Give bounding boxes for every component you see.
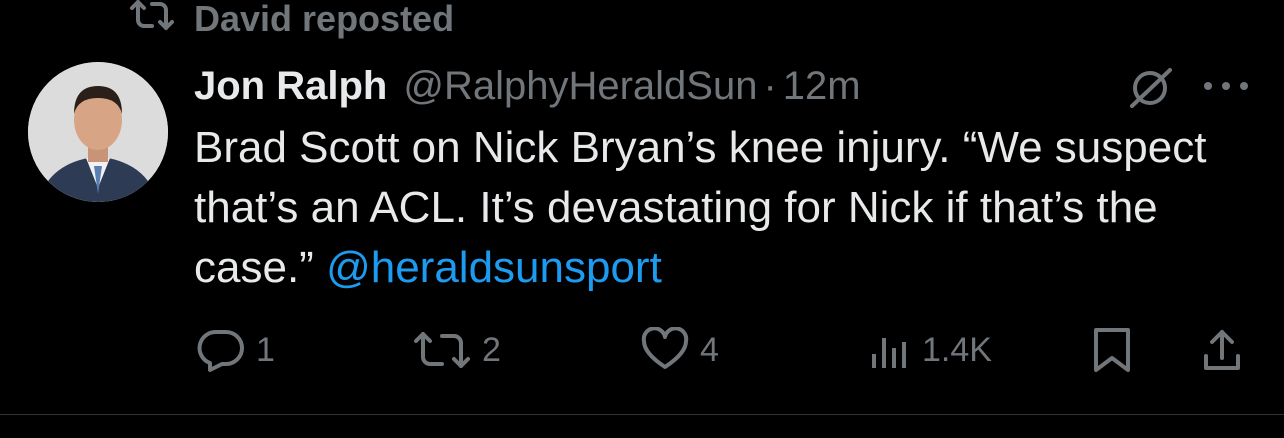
like-icon [640,327,690,373]
tweet-header: Jon Ralph @RalphyHeraldSun · 12m [194,60,861,112]
repost-banner-text: David reposted [194,0,455,39]
repost-banner[interactable]: David reposted [128,0,455,41]
reply-button[interactable]: 1 [196,318,275,382]
divider [0,414,1284,415]
views-count: 1.4K [922,330,992,369]
mention-link[interactable]: @heraldsunsport [326,243,662,292]
author-name[interactable]: Jon Ralph [194,64,387,109]
views-icon [868,328,912,372]
share-icon [1200,326,1244,374]
reply-count: 1 [256,330,275,369]
more-icon[interactable] [1200,72,1252,100]
author-handle[interactable]: @RalphyHeraldSun [403,64,757,109]
avatar[interactable] [28,62,168,202]
reply-icon [196,326,246,374]
action-bar: 1 2 4 1.4K [0,318,1284,382]
bookmark-button[interactable] [1090,318,1134,382]
repost-count: 2 [482,330,501,369]
like-button[interactable]: 4 [640,318,719,382]
repost-icon [128,0,176,41]
views-button[interactable]: 1.4K [868,318,992,382]
repost-button[interactable]: 2 [412,318,501,382]
like-count: 4 [700,330,719,369]
repost-action-icon [412,329,472,371]
share-button[interactable] [1200,318,1244,382]
bookmark-icon [1090,326,1134,374]
grok-icon[interactable] [1126,64,1176,110]
tweet-timestamp[interactable]: 12m [783,64,861,109]
tweet-text: Brad Scott on Nick Bryan’s knee injury. … [194,118,1254,298]
header-separator: · [763,63,777,108]
